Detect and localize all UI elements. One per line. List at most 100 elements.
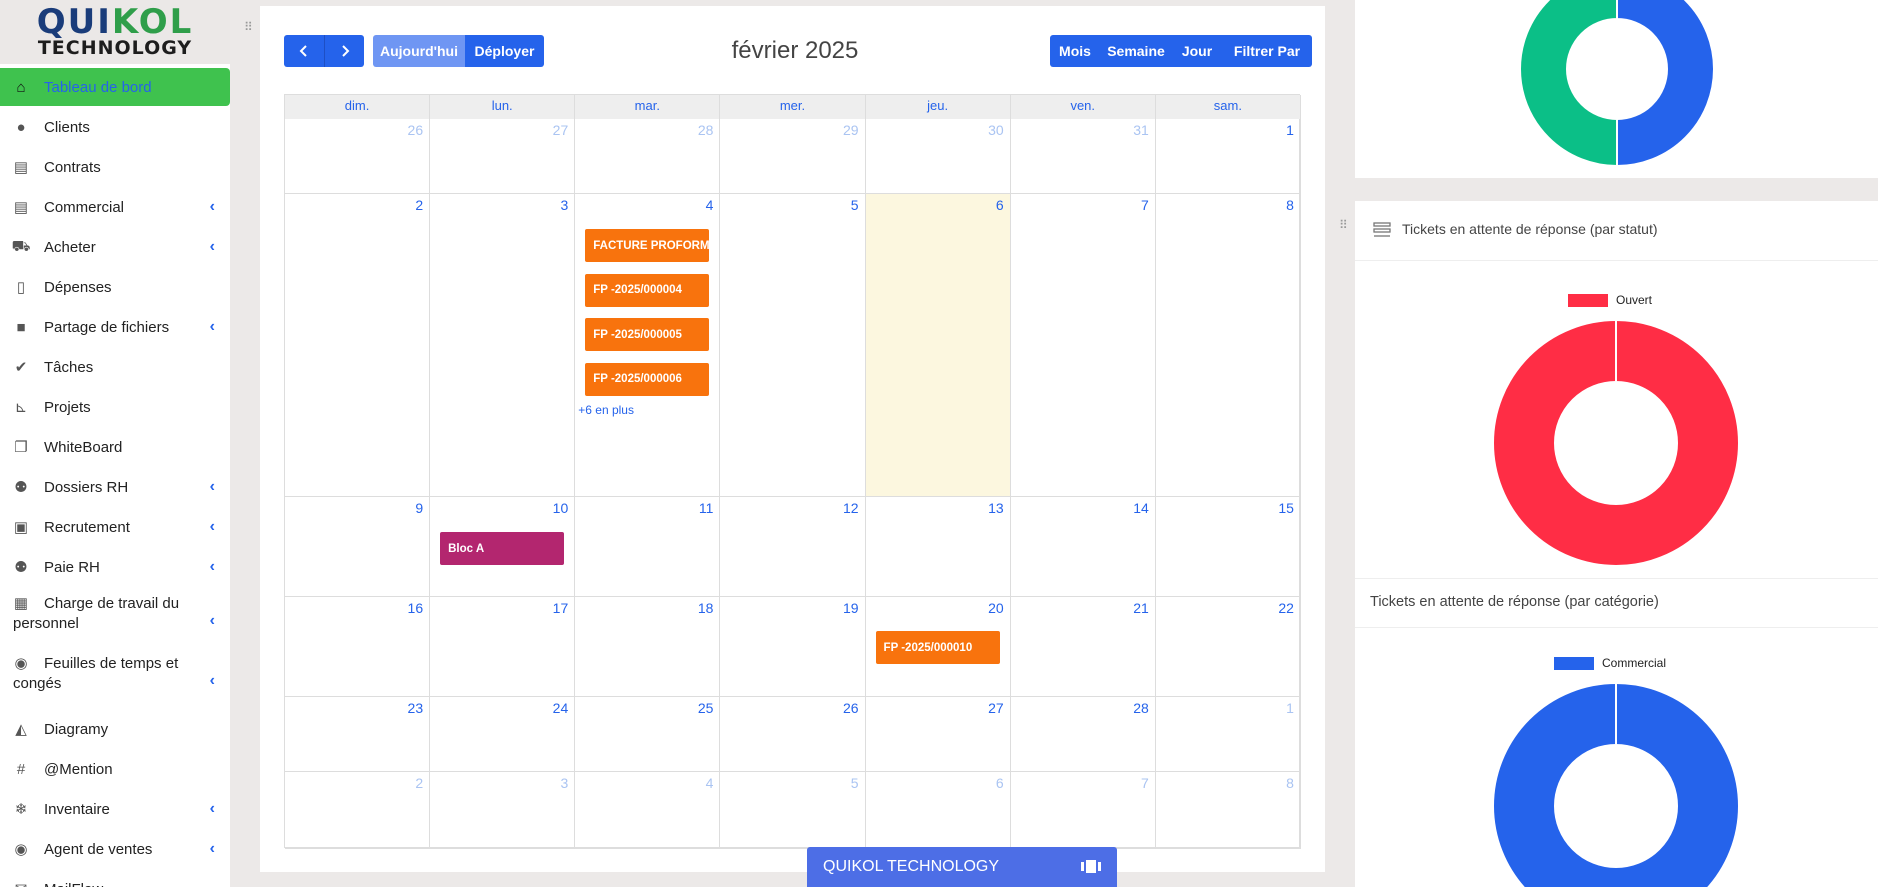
day-number[interactable]: 8	[1286, 197, 1294, 213]
day-number[interactable]: 4	[706, 775, 714, 791]
day-cell[interactable]: 26	[285, 119, 431, 194]
logo[interactable]: QUIKOL TECHNOLOGY	[0, 0, 230, 64]
day-number[interactable]: 28	[698, 122, 714, 138]
expand-button[interactable]: Déployer	[465, 35, 544, 67]
prev-month-button[interactable]	[284, 35, 324, 67]
sidebar-item-18[interactable]: ◉ Agent de ventes ‹	[0, 830, 230, 868]
sidebar-item-4[interactable]: ⛟ Acheter ‹	[0, 228, 230, 266]
view-month-button[interactable]: Mois	[1050, 35, 1100, 67]
day-cell[interactable]: 21	[1010, 597, 1156, 697]
calendar-event[interactable]: FP -2025/000010	[875, 631, 1000, 664]
day-number[interactable]: 15	[1278, 500, 1294, 516]
day-number[interactable]: 16	[408, 600, 424, 616]
day-number[interactable]: 6	[996, 197, 1004, 213]
day-cell[interactable]: 8	[1155, 194, 1301, 497]
day-cell[interactable]: 30	[865, 119, 1011, 194]
day-cell[interactable]: 23	[285, 697, 431, 772]
day-cell[interactable]: 16	[285, 597, 431, 697]
chevron-left-icon[interactable]: ‹	[210, 558, 215, 576]
sidebar-item-14[interactable]: ◉ Feuilles de temps et congés ‹	[0, 650, 230, 698]
day-cell[interactable]: 18	[575, 597, 721, 697]
day-cell[interactable]: 7	[1010, 194, 1156, 497]
today-button[interactable]: Aujourd'hui	[373, 35, 465, 67]
drag-handle-icon[interactable]: ⠿	[1339, 218, 1348, 232]
view-day-button[interactable]: Jour	[1172, 35, 1222, 67]
day-number[interactable]: 3	[560, 775, 568, 791]
day-number[interactable]: 7	[1141, 775, 1149, 791]
sidebar-item-8[interactable]: ⊾ Projets	[0, 388, 230, 426]
chevron-left-icon[interactable]: ‹	[210, 672, 215, 690]
day-number[interactable]: 30	[988, 122, 1004, 138]
day-cell[interactable]: 13	[865, 497, 1011, 597]
chevron-left-icon[interactable]: ‹	[210, 238, 215, 256]
day-number[interactable]: 29	[843, 122, 859, 138]
day-number[interactable]: 1	[1286, 122, 1294, 138]
day-cell[interactable]: 3	[430, 194, 576, 497]
day-cell[interactable]: 19	[720, 597, 866, 697]
day-cell[interactable]: 25	[575, 697, 721, 772]
status-legend[interactable]: Ouvert	[1568, 293, 1652, 307]
sidebar-item-10[interactable]: ⚉ Dossiers RH ‹	[0, 468, 230, 506]
day-number[interactable]: 5	[851, 197, 859, 213]
day-number[interactable]: 6	[996, 775, 1004, 791]
chevron-left-icon[interactable]: ‹	[210, 478, 215, 496]
day-number[interactable]: 2	[415, 775, 423, 791]
calendar-event[interactable]: FP -2025/000004	[585, 273, 710, 307]
filter-by-button[interactable]: Filtrer Par	[1222, 35, 1312, 67]
day-cell[interactable]: 9	[285, 497, 431, 597]
day-number[interactable]: 1	[1286, 700, 1294, 716]
day-number[interactable]: 2	[415, 197, 423, 213]
sidebar-item-1[interactable]: ● Clients	[0, 108, 230, 146]
day-cell[interactable]: 15	[1155, 497, 1301, 597]
chevron-left-icon[interactable]: ‹	[210, 840, 215, 858]
next-month-button[interactable]	[324, 35, 364, 67]
day-number[interactable]: 26	[408, 122, 424, 138]
day-number[interactable]: 25	[698, 700, 714, 716]
day-cell[interactable]: 17	[430, 597, 576, 697]
day-number[interactable]: 26	[843, 700, 859, 716]
day-number[interactable]: 5	[851, 775, 859, 791]
day-number[interactable]: 22	[1278, 600, 1294, 616]
day-number[interactable]: 9	[415, 500, 423, 516]
day-cell[interactable]: 4	[575, 772, 721, 849]
day-cell[interactable]: 27	[865, 697, 1011, 772]
day-cell[interactable]: 6	[865, 194, 1011, 497]
day-cell[interactable]: 1	[1155, 119, 1301, 194]
chevron-left-icon[interactable]: ‹	[210, 800, 215, 818]
day-cell[interactable]: 6	[865, 772, 1011, 849]
day-cell[interactable]: 1	[1155, 697, 1301, 772]
day-cell[interactable]: 27	[430, 119, 576, 194]
day-cell[interactable]: 7	[1010, 772, 1156, 849]
sidebar-item-6[interactable]: ■ Partage de fichiers ‹	[0, 308, 230, 346]
day-cell[interactable]: 3	[430, 772, 576, 849]
sidebar-item-3[interactable]: ▤ Commercial ‹	[0, 188, 230, 226]
day-cell[interactable]: 31	[1010, 119, 1156, 194]
day-number[interactable]: 12	[843, 500, 859, 516]
day-cell[interactable]: 2	[285, 194, 431, 497]
day-number[interactable]: 8	[1286, 775, 1294, 791]
calendar-event[interactable]: Bloc A	[440, 532, 565, 565]
day-cell[interactable]: 12	[720, 497, 866, 597]
sidebar-item-16[interactable]: # @Mention	[0, 750, 230, 788]
sidebar-item-13[interactable]: ▦ Charge de travail du personnel ‹	[0, 590, 230, 638]
calendar-event[interactable]: FP -2025/000006	[585, 362, 710, 396]
chevron-left-icon[interactable]: ‹	[210, 518, 215, 536]
pie-slice[interactable]	[1519, 0, 1618, 165]
sidebar-item-5[interactable]: ▯ Dépenses	[0, 268, 230, 306]
day-number[interactable]: 27	[988, 700, 1004, 716]
more-events-link[interactable]: +6 en plus	[578, 403, 634, 417]
sidebar-item-7[interactable]: ✔ Tâches	[0, 348, 230, 386]
expand-icon[interactable]	[1081, 859, 1101, 874]
day-cell[interactable]: 24	[430, 697, 576, 772]
day-number[interactable]: 7	[1141, 197, 1149, 213]
day-number[interactable]: 10	[553, 500, 569, 516]
day-number[interactable]: 13	[988, 500, 1004, 516]
day-cell[interactable]: 26	[720, 697, 866, 772]
day-number[interactable]: 14	[1133, 500, 1149, 516]
day-cell[interactable]: 11	[575, 497, 721, 597]
chevron-left-icon[interactable]: ‹	[210, 198, 215, 216]
sidebar-item-19[interactable]: ✉ MailFlow	[0, 870, 230, 887]
day-cell[interactable]: 22	[1155, 597, 1301, 697]
day-number[interactable]: 28	[1133, 700, 1149, 716]
day-number[interactable]: 31	[1133, 122, 1149, 138]
